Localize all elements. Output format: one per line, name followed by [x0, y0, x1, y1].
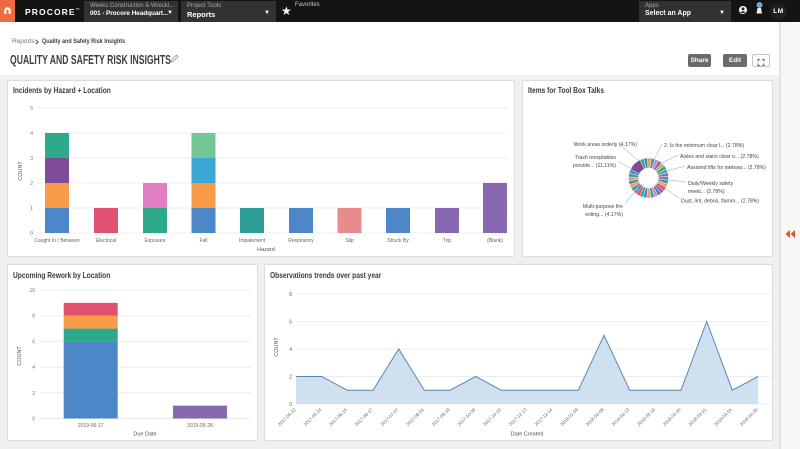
svg-text:2017-06-14: 2017-06-14 — [328, 407, 348, 427]
svg-text:2: 2 — [32, 391, 35, 397]
svg-text:Date Created: Date Created — [511, 432, 544, 438]
svg-text:Caught In / Between: Caught In / Between — [34, 238, 80, 244]
svg-text:meeti... (2.78%): meeti... (2.78%) — [688, 189, 725, 195]
svg-text:2018-04-09: 2018-04-09 — [739, 407, 759, 427]
svg-text:COUNT: COUNT — [274, 337, 280, 357]
svg-text:2018-03-20: 2018-03-20 — [662, 407, 682, 427]
svg-text:Respiratory: Respiratory — [288, 238, 314, 244]
svg-text:Multi-purpose fire: Multi-purpose fire — [583, 204, 623, 210]
svg-text:provide... (11.11%): provide... (11.11%) — [573, 163, 616, 169]
svg-text:10: 10 — [29, 288, 35, 294]
svg-text:6: 6 — [289, 320, 292, 326]
svg-text:2019-05-17: 2019-05-17 — [78, 423, 104, 429]
svg-text:2017-07-07: 2017-07-07 — [380, 407, 400, 427]
svg-text:2018-03-19: 2018-03-19 — [636, 407, 656, 427]
svg-text:Daily/Weekly safety: Daily/Weekly safety — [688, 181, 734, 187]
svg-text:2018-01-08: 2018-01-08 — [559, 407, 579, 427]
svg-text:1: 1 — [30, 206, 33, 212]
svg-text:2017-09-18: 2017-09-18 — [431, 407, 451, 427]
svg-text:2: 2 — [289, 375, 292, 381]
svg-text:Trash receptables: Trash receptables — [575, 155, 617, 161]
svg-text:exting... (4.17%): exting... (4.17%) — [585, 212, 623, 218]
svg-text:2: 2 — [30, 181, 33, 187]
svg-text:(Blank): (Blank) — [487, 238, 503, 244]
svg-text:Hazard: Hazard — [257, 247, 275, 253]
svg-text:Slip: Slip — [345, 238, 354, 244]
svg-text:Aisles and stairs clear o... (: Aisles and stairs clear o... (2.78%) — [680, 154, 759, 160]
svg-text:2018-03-21: 2018-03-21 — [688, 407, 708, 427]
svg-text:2017-10-10: 2017-10-10 — [482, 407, 502, 427]
svg-text:COUNT: COUNT — [17, 346, 23, 366]
svg-text:4: 4 — [30, 131, 33, 137]
svg-text:2019-05-28: 2019-05-28 — [187, 423, 213, 429]
svg-text:3: 3 — [30, 156, 33, 162]
svg-text:Work areas orderly (4.17%): Work areas orderly (4.17%) — [574, 142, 638, 148]
svg-text:Fall: Fall — [199, 238, 207, 244]
svg-text:Electrical: Electrical — [96, 238, 116, 244]
svg-text:0: 0 — [289, 402, 292, 408]
svg-text:2017-08-01: 2017-08-01 — [405, 407, 425, 427]
svg-text:2017-12-13: 2017-12-13 — [508, 407, 528, 427]
svg-text:COUNT: COUNT — [18, 161, 24, 181]
svg-text:2018-02-08: 2018-02-08 — [585, 407, 605, 427]
svg-text:2017-06-17: 2017-06-17 — [354, 407, 374, 427]
svg-text:Struck By: Struck By — [387, 238, 409, 244]
svg-text:Trip: Trip — [443, 238, 452, 244]
svg-text:2017-10-09: 2017-10-09 — [457, 407, 477, 427]
svg-text:Exposure: Exposure — [144, 238, 165, 244]
svg-text:8: 8 — [289, 292, 292, 298]
svg-text:0: 0 — [32, 417, 35, 423]
svg-text:4: 4 — [32, 365, 35, 371]
svg-text:6: 6 — [32, 339, 35, 345]
svg-text:8: 8 — [32, 314, 35, 320]
svg-text:2018-04-04: 2018-04-04 — [713, 407, 733, 427]
svg-text:0: 0 — [30, 231, 33, 237]
svg-text:Impalement: Impalement — [239, 238, 266, 244]
svg-text:Due Date: Due Date — [133, 432, 156, 438]
svg-text:Dust, lint, debris, flamm... (: Dust, lint, debris, flamm... (2.78%) — [681, 199, 759, 205]
svg-text:2018-02-13: 2018-02-13 — [611, 407, 631, 427]
svg-text:2. Is the minimum clear l... (: 2. Is the minimum clear l... (2.78%) — [664, 143, 744, 149]
svg-text:5: 5 — [30, 106, 33, 112]
svg-text:Assisted lifts for awkwar... (: Assisted lifts for awkwar... (2.78%) — [687, 165, 766, 171]
svg-text:2017-05-24: 2017-05-24 — [303, 407, 323, 427]
svg-text:2017-12-14: 2017-12-14 — [534, 407, 554, 427]
svg-text:2017-05-22: 2017-05-22 — [277, 407, 297, 427]
svg-text:4: 4 — [289, 347, 292, 353]
